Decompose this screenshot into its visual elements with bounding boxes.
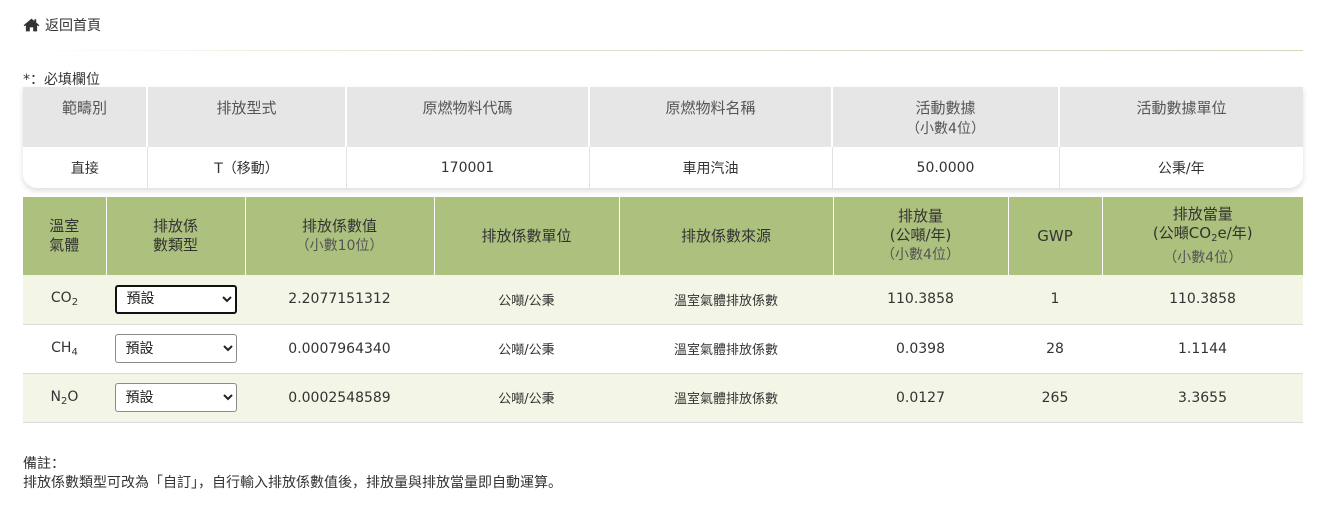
header-scope: 範疇別 xyxy=(23,87,148,147)
cell-factor-unit: 公噸/公秉 xyxy=(434,275,619,325)
header-gwp: GWP xyxy=(1008,197,1103,275)
header-divider xyxy=(23,50,1303,51)
header-emission: 排放量 (公噸/年) （小數4位） xyxy=(833,197,1009,275)
factor-type-select-co2[interactable]: 預設 xyxy=(114,284,237,314)
cell-factor-source: 溫室氣體排放係數 xyxy=(619,324,833,374)
cell-factor-unit: 公噸/公秉 xyxy=(434,324,619,374)
cell-material-code: 170001 xyxy=(346,147,590,188)
table-row: 直接 T（移動） 170001 車用汽油 50.0000 公秉/年 xyxy=(23,147,1303,188)
required-fields-note: *：必填欄位 xyxy=(23,72,100,88)
cell-scope: 直接 xyxy=(23,147,148,188)
cell-factor-source: 溫室氣體排放係數 xyxy=(619,373,833,423)
cell-factor-type: 預設 xyxy=(106,373,245,423)
cell-gas: N2O xyxy=(23,373,106,423)
cell-factor-type: 預設 xyxy=(106,275,245,325)
header-factor-type: 排放係 數類型 xyxy=(106,197,246,275)
cell-emission: 110.3858 xyxy=(833,275,1008,325)
activity-data-card: 範疇別 排放型式 原燃物料代碼 原燃物料名稱 活動數據 （小數4位） 活動數據單位… xyxy=(23,87,1303,188)
cell-activity-unit: 公秉/年 xyxy=(1059,147,1303,188)
activity-data-table: 範疇別 排放型式 原燃物料代碼 原燃物料名稱 活動數據 （小數4位） 活動數據單位… xyxy=(23,87,1303,188)
factor-type-select-ch4[interactable]: 預設 xyxy=(114,334,237,363)
header-gas: 溫室 氣體 xyxy=(23,197,107,275)
cell-gwp: 28 xyxy=(1008,324,1102,374)
cell-emission: 0.0127 xyxy=(833,373,1008,423)
cell-factor-value: 0.0002548589 xyxy=(245,373,434,423)
cell-equivalent: 3.3655 xyxy=(1102,373,1303,423)
header-material-name: 原燃物料名稱 xyxy=(589,87,833,147)
table-row: CO2 預設 2.2077151312 公噸/公秉 溫室氣體排放係數 110.3… xyxy=(23,275,1303,325)
cell-factor-source: 溫室氣體排放係數 xyxy=(619,275,833,325)
cell-gwp: 265 xyxy=(1008,373,1102,423)
back-to-home-link[interactable]: 返回首頁 xyxy=(23,15,101,35)
header-factor-source: 排放係數來源 xyxy=(619,197,834,275)
header-activity-data: 活動數據 （小數4位） xyxy=(832,87,1060,147)
emission-table: 溫室 氣體 排放係 數類型 排放係數值 （小數10位） 排放係數單位 排放係數來源 排… xyxy=(23,197,1303,423)
remarks: 備註： 排放係數類型可改為「自訂」，自行輸入排放係數值後，排放量與排放當量即自動… xyxy=(23,455,562,493)
cell-activity-data: 50.0000 xyxy=(832,147,1060,188)
cell-equivalent: 110.3858 xyxy=(1102,275,1303,325)
header-factor-unit: 排放係數單位 xyxy=(434,197,620,275)
home-icon xyxy=(23,18,40,32)
header-material-code: 原燃物料代碼 xyxy=(346,87,590,147)
cell-material-name: 車用汽油 xyxy=(589,147,833,188)
back-to-home-label: 返回首頁 xyxy=(45,18,101,34)
header-equivalent: 排放當量 (公噸CO2e/年) （小數4位） xyxy=(1102,197,1303,275)
page: 返回首頁 *：必填欄位 範疇別 排放型式 原燃物料代碼 原燃物料名稱 活動數據（… xyxy=(0,0,1340,511)
cell-equivalent: 1.1144 xyxy=(1102,324,1303,374)
cell-factor-value: 2.2077151312 xyxy=(245,275,434,325)
cell-gwp: 1 xyxy=(1008,275,1102,325)
cell-gas: CH4 xyxy=(23,324,106,374)
header-emission-type: 排放型式 xyxy=(147,87,347,147)
cell-emission-type: T（移動） xyxy=(147,147,347,188)
cell-factor-type: 預設 xyxy=(106,324,245,374)
remarks-title: 備註： xyxy=(23,456,65,472)
factor-type-select-n2o[interactable]: 預設 xyxy=(114,383,237,412)
cell-factor-value: 0.0007964340 xyxy=(245,324,434,374)
cell-emission: 0.0398 xyxy=(833,324,1008,374)
remarks-text: 排放係數類型可改為「自訂」，自行輸入排放係數值後，排放量與排放當量即自動運算。 xyxy=(23,475,562,491)
table-row: N2O 預設 0.0002548589 公噸/公秉 溫室氣體排放係數 0.012… xyxy=(23,373,1303,423)
header-activity-unit: 活動數據單位 xyxy=(1059,87,1303,147)
emission-table-wrapper: 溫室 氣體 排放係 數類型 排放係數值 （小數10位） 排放係數單位 排放係數來源 排… xyxy=(23,197,1303,423)
header-factor-value: 排放係數值 （小數10位） xyxy=(245,197,435,275)
table-row: CH4 預設 0.0007964340 公噸/公秉 溫室氣體排放係數 0.039… xyxy=(23,324,1303,374)
cell-gas: CO2 xyxy=(23,275,106,325)
cell-factor-unit: 公噸/公秉 xyxy=(434,373,619,423)
